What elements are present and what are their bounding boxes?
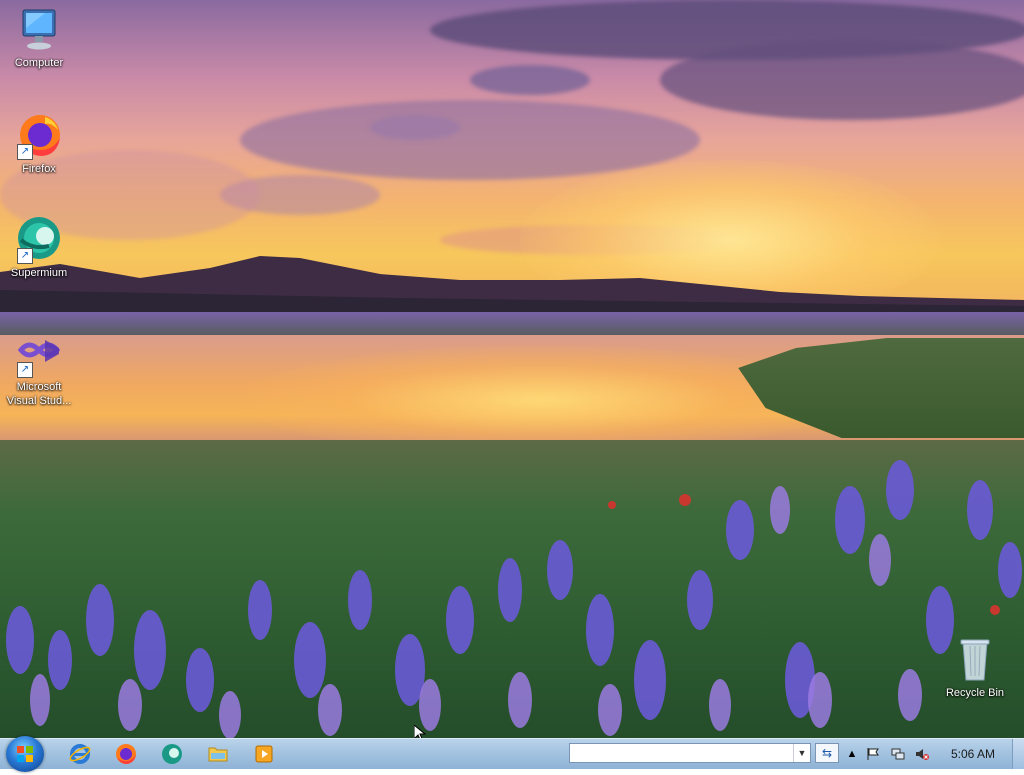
supermium-icon: ↗: [15, 216, 63, 264]
shortcut-arrow-icon: ↗: [17, 248, 33, 264]
desktop-icon-label: Firefox: [22, 163, 56, 175]
chevron-down-icon[interactable]: ▼: [793, 744, 810, 762]
show-desktop-button[interactable]: [1012, 739, 1024, 769]
shortcut-arrow-icon: ↗: [17, 144, 33, 160]
address-toolbar-input[interactable]: ▼: [569, 743, 811, 763]
computer-icon: [15, 6, 63, 54]
desktop-icon-recycle-bin[interactable]: Recycle Bin: [938, 636, 1012, 700]
wallpaper-mountains: [0, 256, 1024, 320]
desktop-icon-supermium[interactable]: ↗ Supermium: [2, 216, 76, 280]
shortcut-arrow-icon: ↗: [17, 362, 33, 378]
start-orb-icon[interactable]: [6, 736, 44, 772]
firefox-icon: ↗: [15, 112, 63, 160]
wallpaper-cloud: [470, 65, 590, 95]
wallpaper-lake-reflection: [240, 345, 840, 455]
wallpaper-cloud: [370, 115, 460, 140]
desktop-icon-label: Computer: [14, 57, 64, 69]
wallpaper-cloud: [240, 100, 700, 180]
internet-explorer-icon[interactable]: [68, 742, 92, 766]
refresh-arrows-icon: ⇆: [821, 746, 833, 760]
desktop-wallpaper: [0, 0, 1024, 738]
wallpaper-cloud: [660, 40, 1024, 120]
volume-muted-icon[interactable]: [915, 747, 929, 761]
wallpaper-flowers: [6, 460, 1022, 738]
action-center-flag-icon[interactable]: [866, 747, 880, 761]
supermium-icon[interactable]: [160, 742, 184, 766]
system-clock[interactable]: 5:06 AM: [943, 747, 1003, 761]
desktop-icon-firefox[interactable]: ↗ Firefox: [2, 112, 76, 176]
desktop-icon-label: Recycle Bin: [945, 687, 1005, 699]
taskbar: ▼ ⇆ ▲ 5:06 AM: [0, 736, 1024, 772]
firefox-icon[interactable]: [114, 742, 138, 766]
network-icon[interactable]: [891, 747, 905, 761]
desktop-icon-label: Supermium: [10, 267, 68, 279]
show-hidden-icons-arrow[interactable]: ▲: [845, 747, 859, 761]
visual-studio-icon: ↗: [15, 330, 63, 378]
desktop-icon-computer[interactable]: Computer: [2, 6, 76, 70]
address-go-button[interactable]: ⇆: [815, 743, 839, 763]
media-player-icon[interactable]: [252, 742, 276, 766]
desktop-icon-label: Microsoft Visual Stud...: [6, 381, 72, 407]
recycle-bin-icon: [951, 636, 999, 684]
desktop-icon-visual-studio[interactable]: ↗ Microsoft Visual Stud...: [2, 330, 76, 408]
file-explorer-icon[interactable]: [206, 742, 230, 766]
